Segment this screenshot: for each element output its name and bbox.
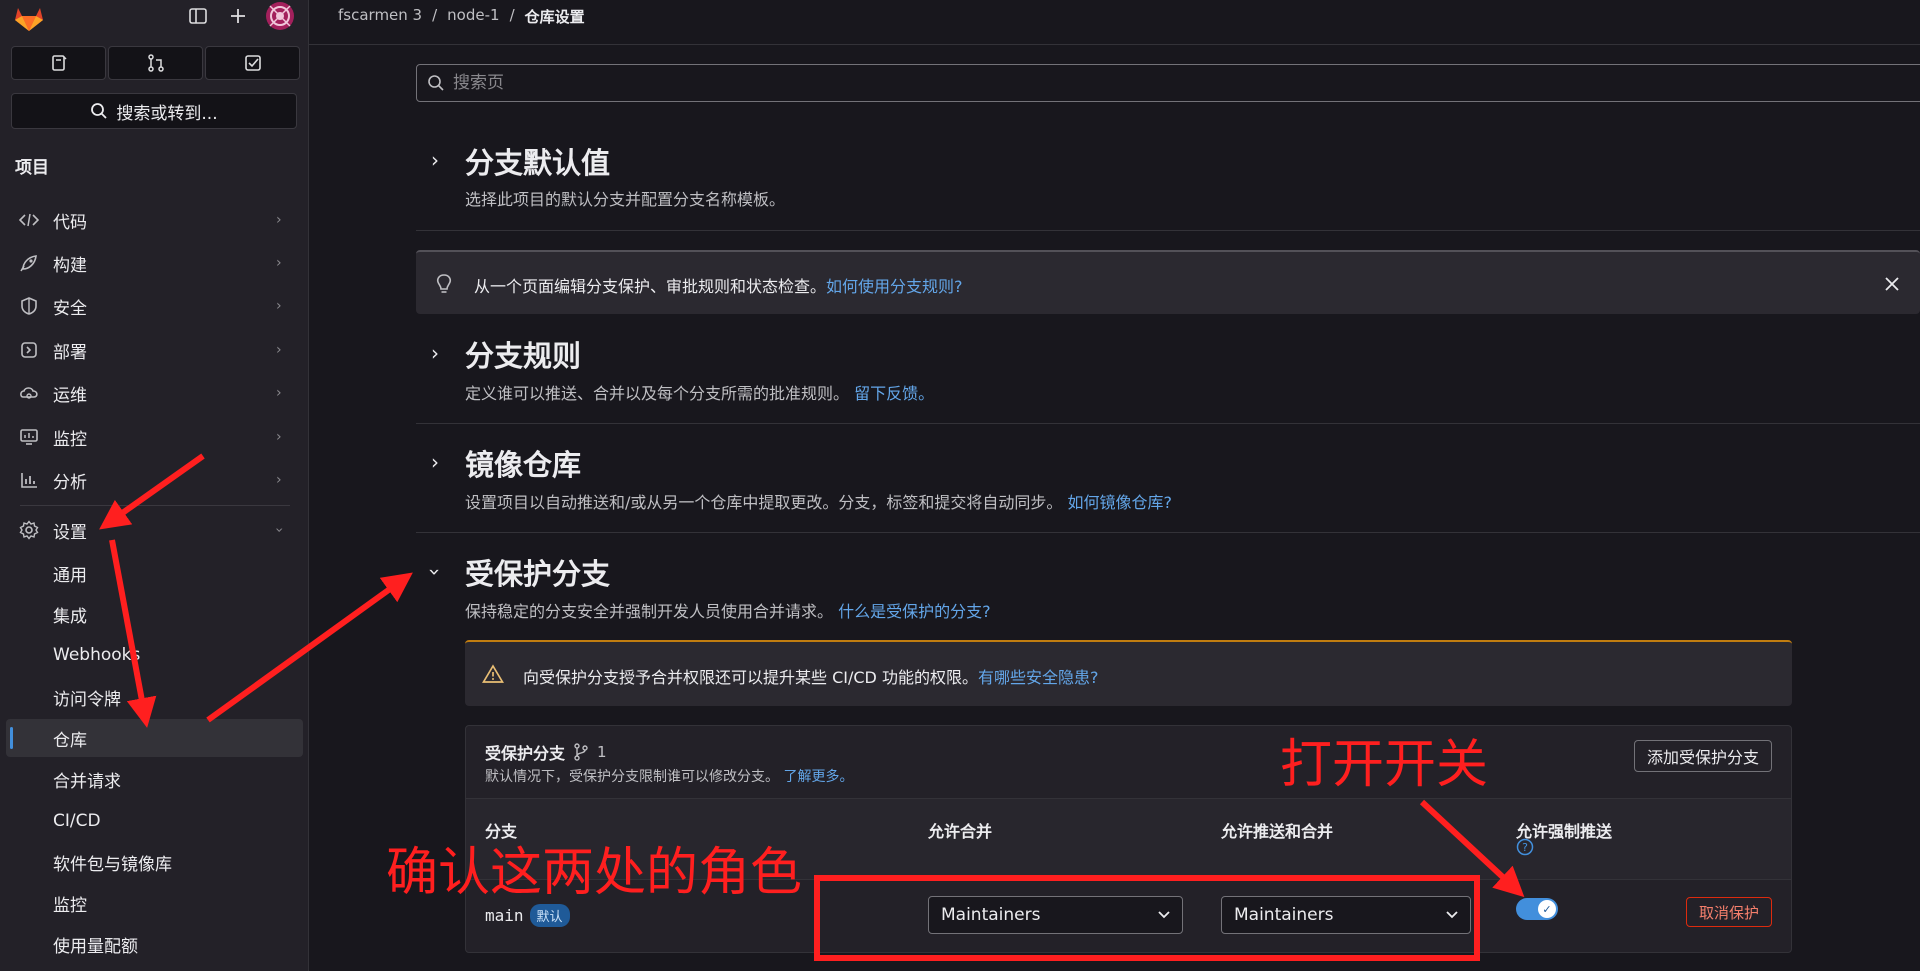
annotation-arrow	[99, 453, 205, 530]
annotation-roles-note: 确认这两处的角色	[386, 843, 803, 903]
annotation-toggle-note: 打开开关	[1280, 735, 1489, 795]
annotation-box	[814, 875, 1480, 961]
annotation-overlay	[99, 453, 1525, 961]
annotation-arrow	[109, 539, 157, 728]
annotation-arrow	[206, 572, 413, 723]
